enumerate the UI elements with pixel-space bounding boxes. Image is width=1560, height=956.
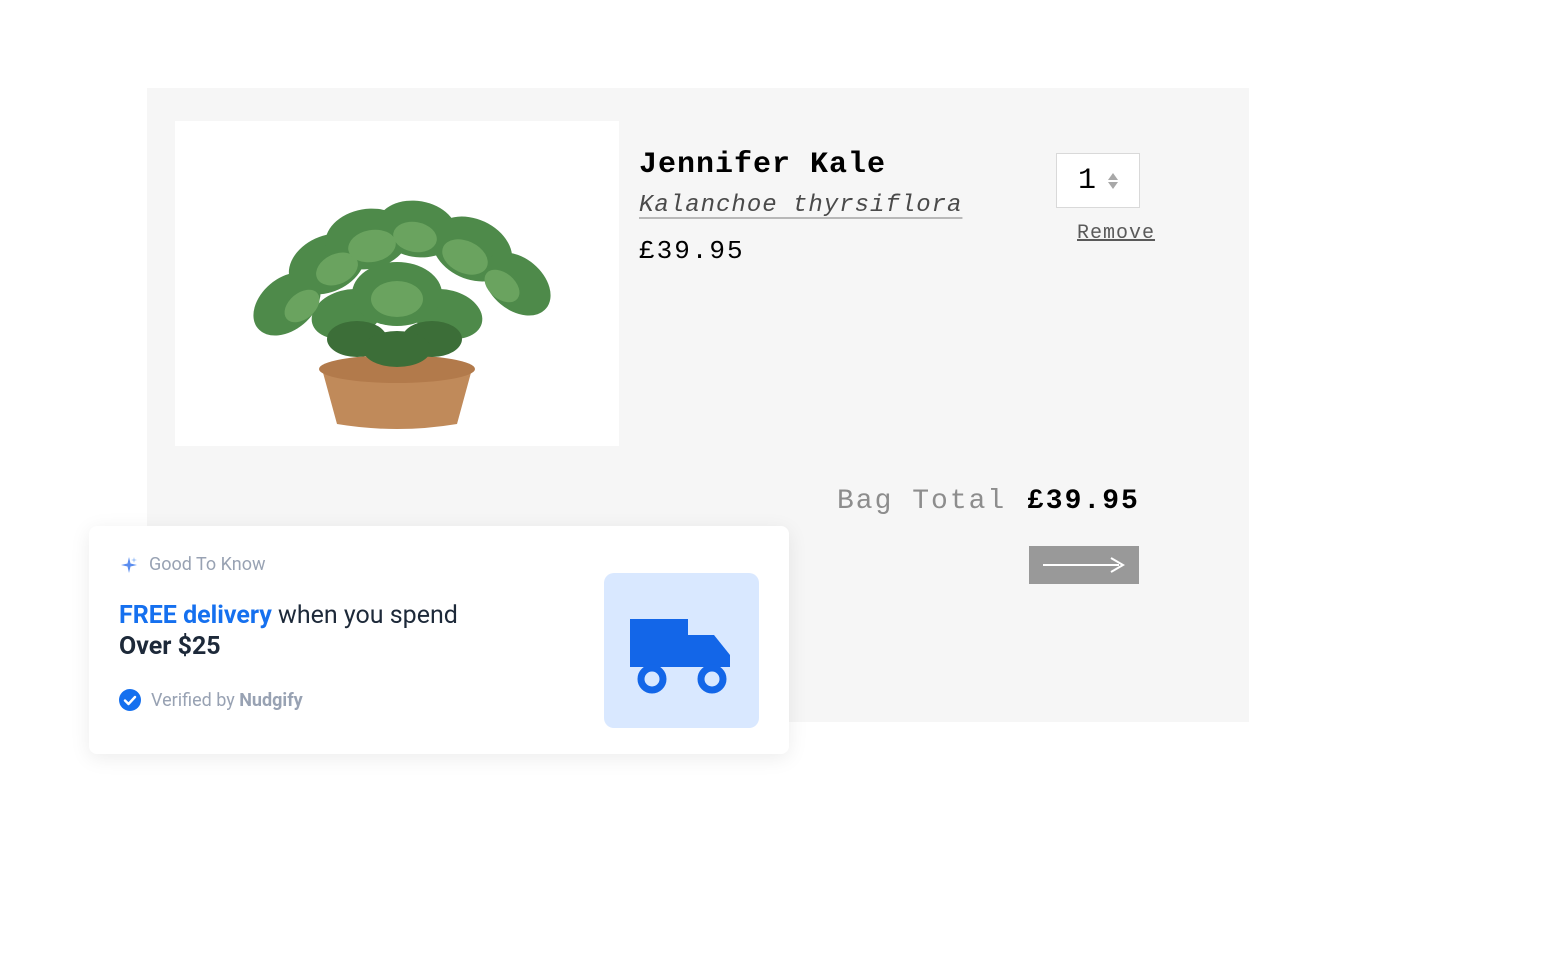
quantity-value: 1 [1078, 164, 1096, 198]
chevron-up-icon[interactable] [1108, 173, 1118, 180]
sparkle-icon [119, 555, 139, 575]
nudge-verified-prefix: Verified by [151, 690, 239, 711]
nudge-line2: Over $25 [119, 632, 458, 661]
quantity-stepper[interactable]: 1 [1056, 153, 1140, 208]
nudge-card: Good To Know FREE delivery when you spen… [89, 526, 789, 754]
bag-total-label: Bag Total [837, 486, 1006, 517]
check-circle-icon [119, 689, 141, 711]
nudge-line1-remainder: when you spend [272, 601, 458, 630]
arrow-right-icon [1041, 556, 1127, 574]
nudge-message: FREE delivery when you spend Over $25 Ve… [119, 601, 458, 711]
truck-tile [604, 573, 759, 728]
proceed-button[interactable] [1029, 546, 1139, 584]
remove-link[interactable]: Remove [1077, 222, 1155, 245]
product-subtitle[interactable]: Kalanchoe thyrsiflora [639, 192, 962, 219]
nudge-free-label: FREE delivery [119, 601, 272, 630]
product-title: Jennifer Kale [639, 148, 886, 182]
product-image [175, 121, 619, 446]
nudge-verified-brand: Nudgify [239, 690, 302, 711]
chevron-down-icon[interactable] [1108, 182, 1118, 189]
plant-illustration [187, 134, 607, 434]
product-price: £39.95 [639, 236, 745, 266]
truck-icon [622, 601, 742, 701]
bag-total-value: £39.95 [1027, 486, 1140, 517]
nudge-header-text: Good To Know [149, 554, 265, 575]
